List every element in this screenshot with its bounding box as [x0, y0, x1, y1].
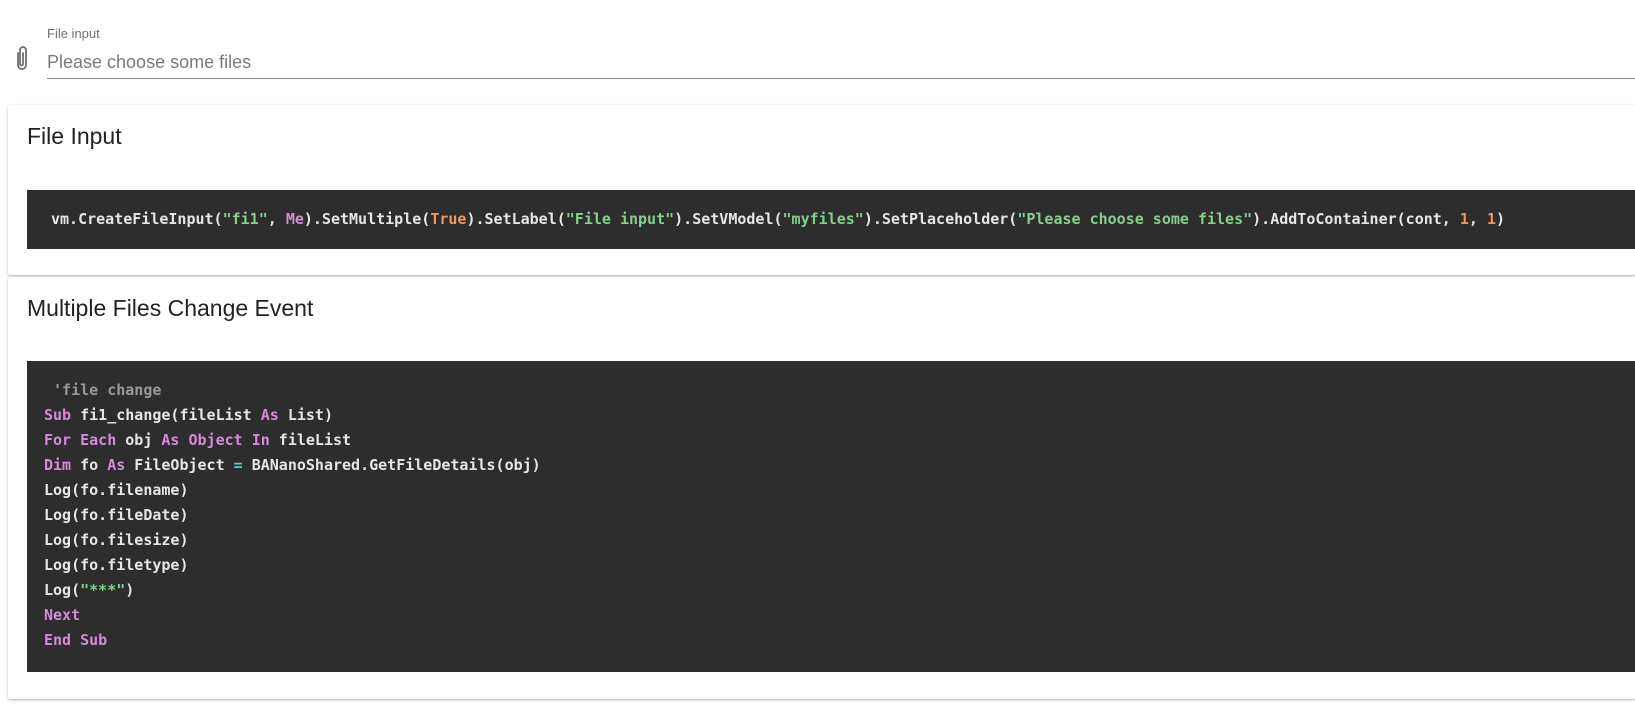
code-token: Next: [44, 606, 81, 624]
code-token: ).SetPlaceholder(: [863, 210, 1018, 228]
code-token: fi1_change(fileList: [71, 406, 261, 424]
code-line: End Sub: [44, 628, 1635, 653]
code-token: obj: [116, 431, 162, 449]
code-token: "fi1": [222, 210, 268, 228]
code-token: Log(fo.filesize): [44, 531, 189, 549]
code-token: fo: [71, 456, 108, 474]
file-input[interactable]: [47, 46, 1635, 79]
code-token: vm.CreateFileInput(: [51, 210, 223, 228]
paperclip-icon[interactable]: [12, 44, 32, 72]
code-token: 1: [1459, 210, 1469, 228]
code-token: ).SetMultiple(: [303, 210, 431, 228]
code-line: 'file change: [44, 378, 1635, 403]
code-line: vm.CreateFileInput("fi1", Me).SetMultipl…: [51, 210, 1635, 235]
code-token: ): [125, 581, 135, 599]
code-line: Sub fi1_change(fileList As List): [44, 403, 1635, 428]
code-token: =: [233, 456, 243, 474]
code-block: 'file change Sub fi1_change(fileList As L…: [27, 361, 1635, 672]
code-block: vm.CreateFileInput("fi1", Me).SetMultipl…: [27, 190, 1635, 249]
code-token: Log(: [44, 581, 81, 599]
file-input-field: File input: [0, 0, 1635, 90]
file-input-label: File input: [47, 26, 100, 41]
code-line: Log(fo.filename): [44, 478, 1635, 503]
code-token: ,: [267, 210, 286, 228]
code-token: End Sub: [44, 631, 108, 649]
code-token: For Each: [44, 431, 117, 449]
code-token: As: [107, 456, 126, 474]
code-line: For Each obj As Object In fileList: [44, 428, 1635, 453]
code-token: ,: [1468, 210, 1487, 228]
card-title: Multiple Files Change Event: [27, 295, 314, 321]
code-token: fileList: [269, 431, 352, 449]
code-token: ).SetVModel(: [674, 210, 783, 228]
code-token: "***": [80, 581, 126, 599]
code-token: "File input": [565, 210, 675, 228]
code-token: As Object In: [161, 431, 270, 449]
code-token: 'file change: [44, 381, 162, 399]
code-token: As: [260, 406, 279, 424]
code-token: 1: [1486, 210, 1496, 228]
code-line: Next: [44, 603, 1635, 628]
code-token: List): [278, 406, 333, 424]
code-line: Log(fo.fileDate): [44, 503, 1635, 528]
code-line: Dim fo As FileObject = BANanoShared.GetF…: [44, 453, 1635, 478]
code-token: Me: [285, 210, 304, 228]
code-line: Log(fo.filetype): [44, 553, 1635, 578]
code-line: Log("***"): [44, 578, 1635, 603]
code-token: FileObject: [125, 456, 234, 474]
code-token: True: [430, 210, 467, 228]
code-token: Log(fo.filename): [44, 481, 189, 499]
file-input-card: File Input vm.CreateFileInput("fi1", Me)…: [8, 105, 1635, 275]
code-token: ).AddToContainer(cont,: [1252, 210, 1460, 228]
code-token: ): [1496, 210, 1506, 228]
code-token: "Please choose some files": [1017, 210, 1253, 228]
code-token: "myfiles": [782, 210, 864, 228]
code-token: Log(fo.fileDate): [44, 506, 189, 524]
code-token: Sub: [44, 406, 72, 424]
change-event-card: Multiple Files Change Event 'file change…: [8, 277, 1635, 699]
code-token: BANanoShared.GetFileDetails(obj): [242, 456, 541, 474]
code-line: Log(fo.filesize): [44, 528, 1635, 553]
code-token: Log(fo.filetype): [44, 556, 189, 574]
code-token: Dim: [44, 456, 72, 474]
code-token: ).SetLabel(: [466, 210, 566, 228]
card-title: File Input: [27, 123, 122, 149]
